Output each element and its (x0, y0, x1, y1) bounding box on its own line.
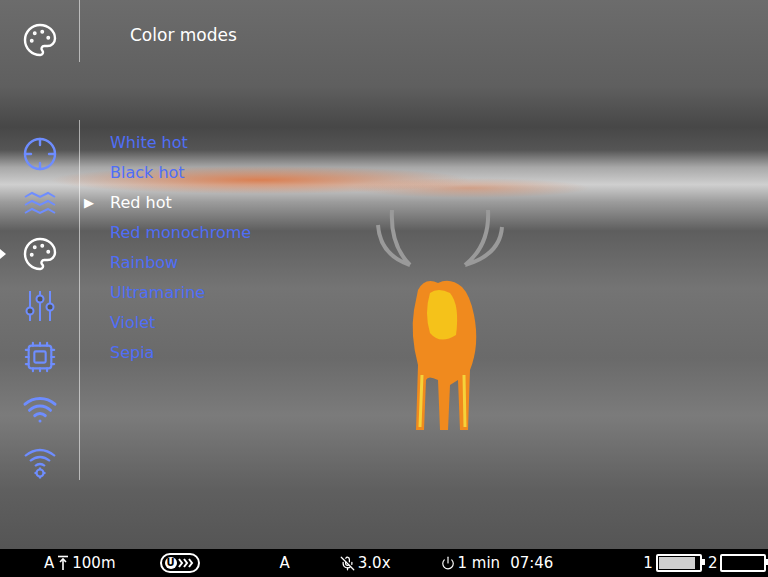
palette-icon (22, 22, 58, 58)
battery-icon (720, 554, 766, 572)
selection-marker (0, 249, 6, 259)
color-mode-item[interactable]: Red monochrome (110, 218, 251, 248)
sliders-icon (23, 289, 57, 323)
stream-badge: U (160, 553, 200, 573)
zoom-indicator: 3.0x (340, 554, 391, 572)
battery: 2 (708, 554, 767, 572)
color-mode-item[interactable]: White hot (110, 128, 251, 158)
thermal-viewer: Color modes White hotBlack hot▶Red hotRed… (0, 0, 768, 577)
title: Color modes (80, 0, 237, 62)
status-bar: A100m U A 3.0x 1 min 07:46 12 (0, 549, 768, 577)
thermal-target (370, 205, 520, 440)
crosshair-icon (22, 136, 58, 172)
header: Color modes (0, 0, 768, 62)
chevrons-icon (178, 557, 194, 569)
color-mode-item[interactable]: Sepia (110, 338, 251, 368)
color-mode-item[interactable]: Ultramarine (110, 278, 251, 308)
clock: 07:46 (510, 554, 553, 572)
chip-icon (23, 340, 57, 374)
sidebar (0, 120, 80, 480)
color-mode-item[interactable]: Violet (110, 308, 251, 338)
palette-icon (22, 236, 58, 272)
mic-off-icon (340, 556, 355, 571)
sidebar-item[interactable] (0, 444, 79, 480)
waves-icon (23, 189, 57, 219)
range-icon (57, 555, 69, 571)
sidebar-item[interactable] (0, 136, 79, 172)
color-mode-list: White hotBlack hot▶Red hotRed monochrome… (80, 120, 251, 480)
power-icon (441, 556, 455, 570)
wifi-icon (22, 391, 58, 427)
sidebar-item[interactable] (0, 391, 79, 427)
header-icon-cell (0, 0, 80, 62)
battery-icon (656, 554, 702, 572)
color-mode-item[interactable]: Black hot (110, 158, 251, 188)
range-indicator: A100m (44, 554, 116, 572)
wifi-settings-icon (22, 444, 58, 480)
color-mode-item[interactable]: ▶Red hot (110, 188, 251, 218)
menu-panel: White hotBlack hot▶Red hotRed monochrome… (0, 120, 768, 480)
color-mode-item[interactable]: Rainbow (110, 248, 251, 278)
sidebar-item[interactable] (0, 289, 79, 323)
sidebar-item[interactable] (0, 189, 79, 219)
mode-indicator: A (280, 554, 290, 572)
timer-indicator: 1 min (441, 554, 501, 572)
sidebar-item[interactable] (0, 340, 79, 374)
selection-marker: ▶ (84, 188, 94, 218)
sidebar-item[interactable] (0, 236, 79, 272)
battery: 1 (643, 554, 702, 572)
